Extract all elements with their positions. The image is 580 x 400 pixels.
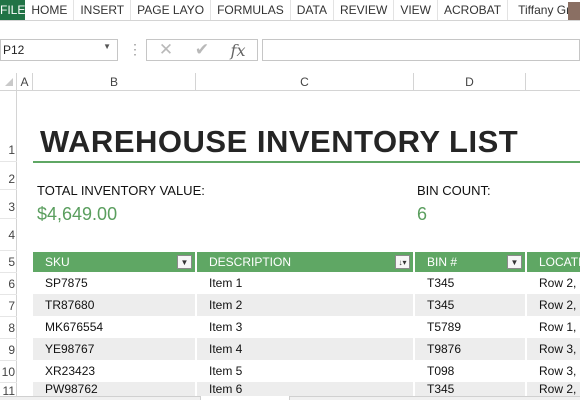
select-all-icon: [5, 78, 13, 86]
bin-cell[interactable]: T5789: [415, 316, 525, 338]
row-header-4[interactable]: 4: [0, 219, 17, 251]
tab-insert[interactable]: INSERT: [74, 0, 132, 20]
description-cell[interactable]: Item 3: [197, 316, 413, 338]
table-header-label: SKU: [45, 255, 70, 269]
sku-cell[interactable]: XR23423: [33, 360, 195, 382]
filter-dropdown-icon[interactable]: ▼: [177, 255, 192, 269]
title-underline: [33, 161, 580, 163]
select-all-corner[interactable]: [0, 73, 17, 91]
sku-cell[interactable]: SP7875: [33, 272, 195, 294]
location-cell[interactable]: Row 2, s: [527, 272, 580, 294]
table-header-description: DESCRIPTION ↓▾: [197, 252, 413, 272]
sort-filter-icon[interactable]: ↓▾: [395, 255, 410, 269]
column-header-b[interactable]: B: [33, 73, 196, 91]
filter-dropdown-icon[interactable]: ▼: [507, 255, 522, 269]
column-header-d[interactable]: D: [414, 73, 526, 91]
row-header-7[interactable]: 7: [0, 295, 17, 317]
tab-view[interactable]: VIEW: [394, 0, 438, 20]
table-header-bin: BIN # ▼: [415, 252, 525, 272]
bin-cell[interactable]: T9876: [415, 338, 525, 360]
total-inventory-value: $4,649.00: [37, 204, 118, 224]
location-cell[interactable]: Row 2, s: [527, 294, 580, 316]
row-header-3[interactable]: 3: [0, 190, 17, 219]
table-header-label: DESCRIPTION: [209, 255, 292, 269]
bin-count-label: BIN COUNT:: [417, 183, 491, 198]
formula-bar-grip-icon: ⋮: [128, 41, 142, 57]
insert-function-icon[interactable]: fx: [223, 40, 253, 60]
bin-cell[interactable]: T098: [415, 360, 525, 382]
formula-buttons: ✕ ✔ fx: [146, 39, 258, 61]
location-cell[interactable]: Row 1, s: [527, 316, 580, 338]
row-header-9[interactable]: 9: [0, 339, 17, 361]
description-cell[interactable]: Item 5: [197, 360, 413, 382]
bin-count-value: 6: [417, 204, 428, 224]
row-header-10[interactable]: 10: [0, 361, 17, 383]
tab-acrobat[interactable]: ACROBAT: [438, 0, 509, 20]
tab-review[interactable]: REVIEW: [334, 0, 395, 20]
tab-page-layout[interactable]: PAGE LAYO: [131, 0, 212, 20]
sheet-tab[interactable]: [200, 396, 290, 400]
formula-input[interactable]: [262, 39, 580, 61]
column-header-e[interactable]: [526, 73, 580, 91]
bin-cell[interactable]: T345: [415, 272, 525, 294]
row-header-1[interactable]: 1: [0, 91, 17, 162]
description-cell[interactable]: Item 4: [197, 338, 413, 360]
sku-cell[interactable]: MK676554: [33, 316, 195, 338]
description-cell[interactable]: Item 6: [197, 382, 413, 396]
row-header-8[interactable]: 8: [0, 317, 17, 339]
description-cell[interactable]: Item 2: [197, 294, 413, 316]
location-cell[interactable]: Row 2, s: [527, 382, 580, 396]
description-cell[interactable]: Item 1: [197, 272, 413, 294]
sku-cell[interactable]: YE98767: [33, 338, 195, 360]
avatar[interactable]: [568, 2, 580, 20]
bin-cell[interactable]: T345: [415, 382, 525, 396]
row-header-6[interactable]: 6: [0, 273, 17, 295]
location-cell[interactable]: Row 3, s: [527, 338, 580, 360]
total-inventory-label: TOTAL INVENTORY VALUE:: [37, 183, 205, 198]
ribbon-tabs: FILE HOME INSERT PAGE LAYO FORMULAS DATA…: [0, 0, 580, 21]
column-header-c[interactable]: C: [196, 73, 414, 91]
chevron-down-icon[interactable]: ▼: [103, 42, 111, 51]
tab-data[interactable]: DATA: [291, 0, 334, 20]
horizontal-scrollbar[interactable]: [0, 396, 580, 400]
column-headers: A B C D: [0, 73, 580, 91]
row-header-5[interactable]: 5: [0, 251, 17, 273]
row-header-2[interactable]: 2: [0, 162, 17, 190]
table-header-label: BIN #: [427, 255, 458, 269]
sheet-title: WAREHOUSE INVENTORY LIST: [40, 124, 519, 159]
column-header-a[interactable]: A: [17, 73, 33, 91]
row-headers: 1 2 3 4 5 6 7 8 9 10 11: [0, 91, 17, 400]
table-header-sku: SKU ▼: [33, 252, 195, 272]
bin-cell[interactable]: T345: [415, 294, 525, 316]
sku-cell[interactable]: PW98762: [33, 382, 195, 396]
formula-bar: P12 ▼ ⋮ ✕ ✔ fx: [0, 30, 580, 64]
name-box-value: P12: [3, 43, 25, 57]
tab-formulas[interactable]: FORMULAS: [211, 0, 291, 20]
close-icon[interactable]: ✕: [151, 40, 181, 60]
location-cell[interactable]: Row 3, s: [527, 360, 580, 382]
table-header-label: LOCATIO: [539, 255, 580, 269]
file-tab[interactable]: FILE: [0, 0, 26, 20]
table-header-location: LOCATIO: [527, 252, 580, 272]
sku-cell[interactable]: TR87680: [33, 294, 195, 316]
check-icon[interactable]: ✔: [187, 40, 217, 60]
tab-home[interactable]: HOME: [25, 0, 75, 20]
name-box[interactable]: P12 ▼: [0, 39, 118, 61]
